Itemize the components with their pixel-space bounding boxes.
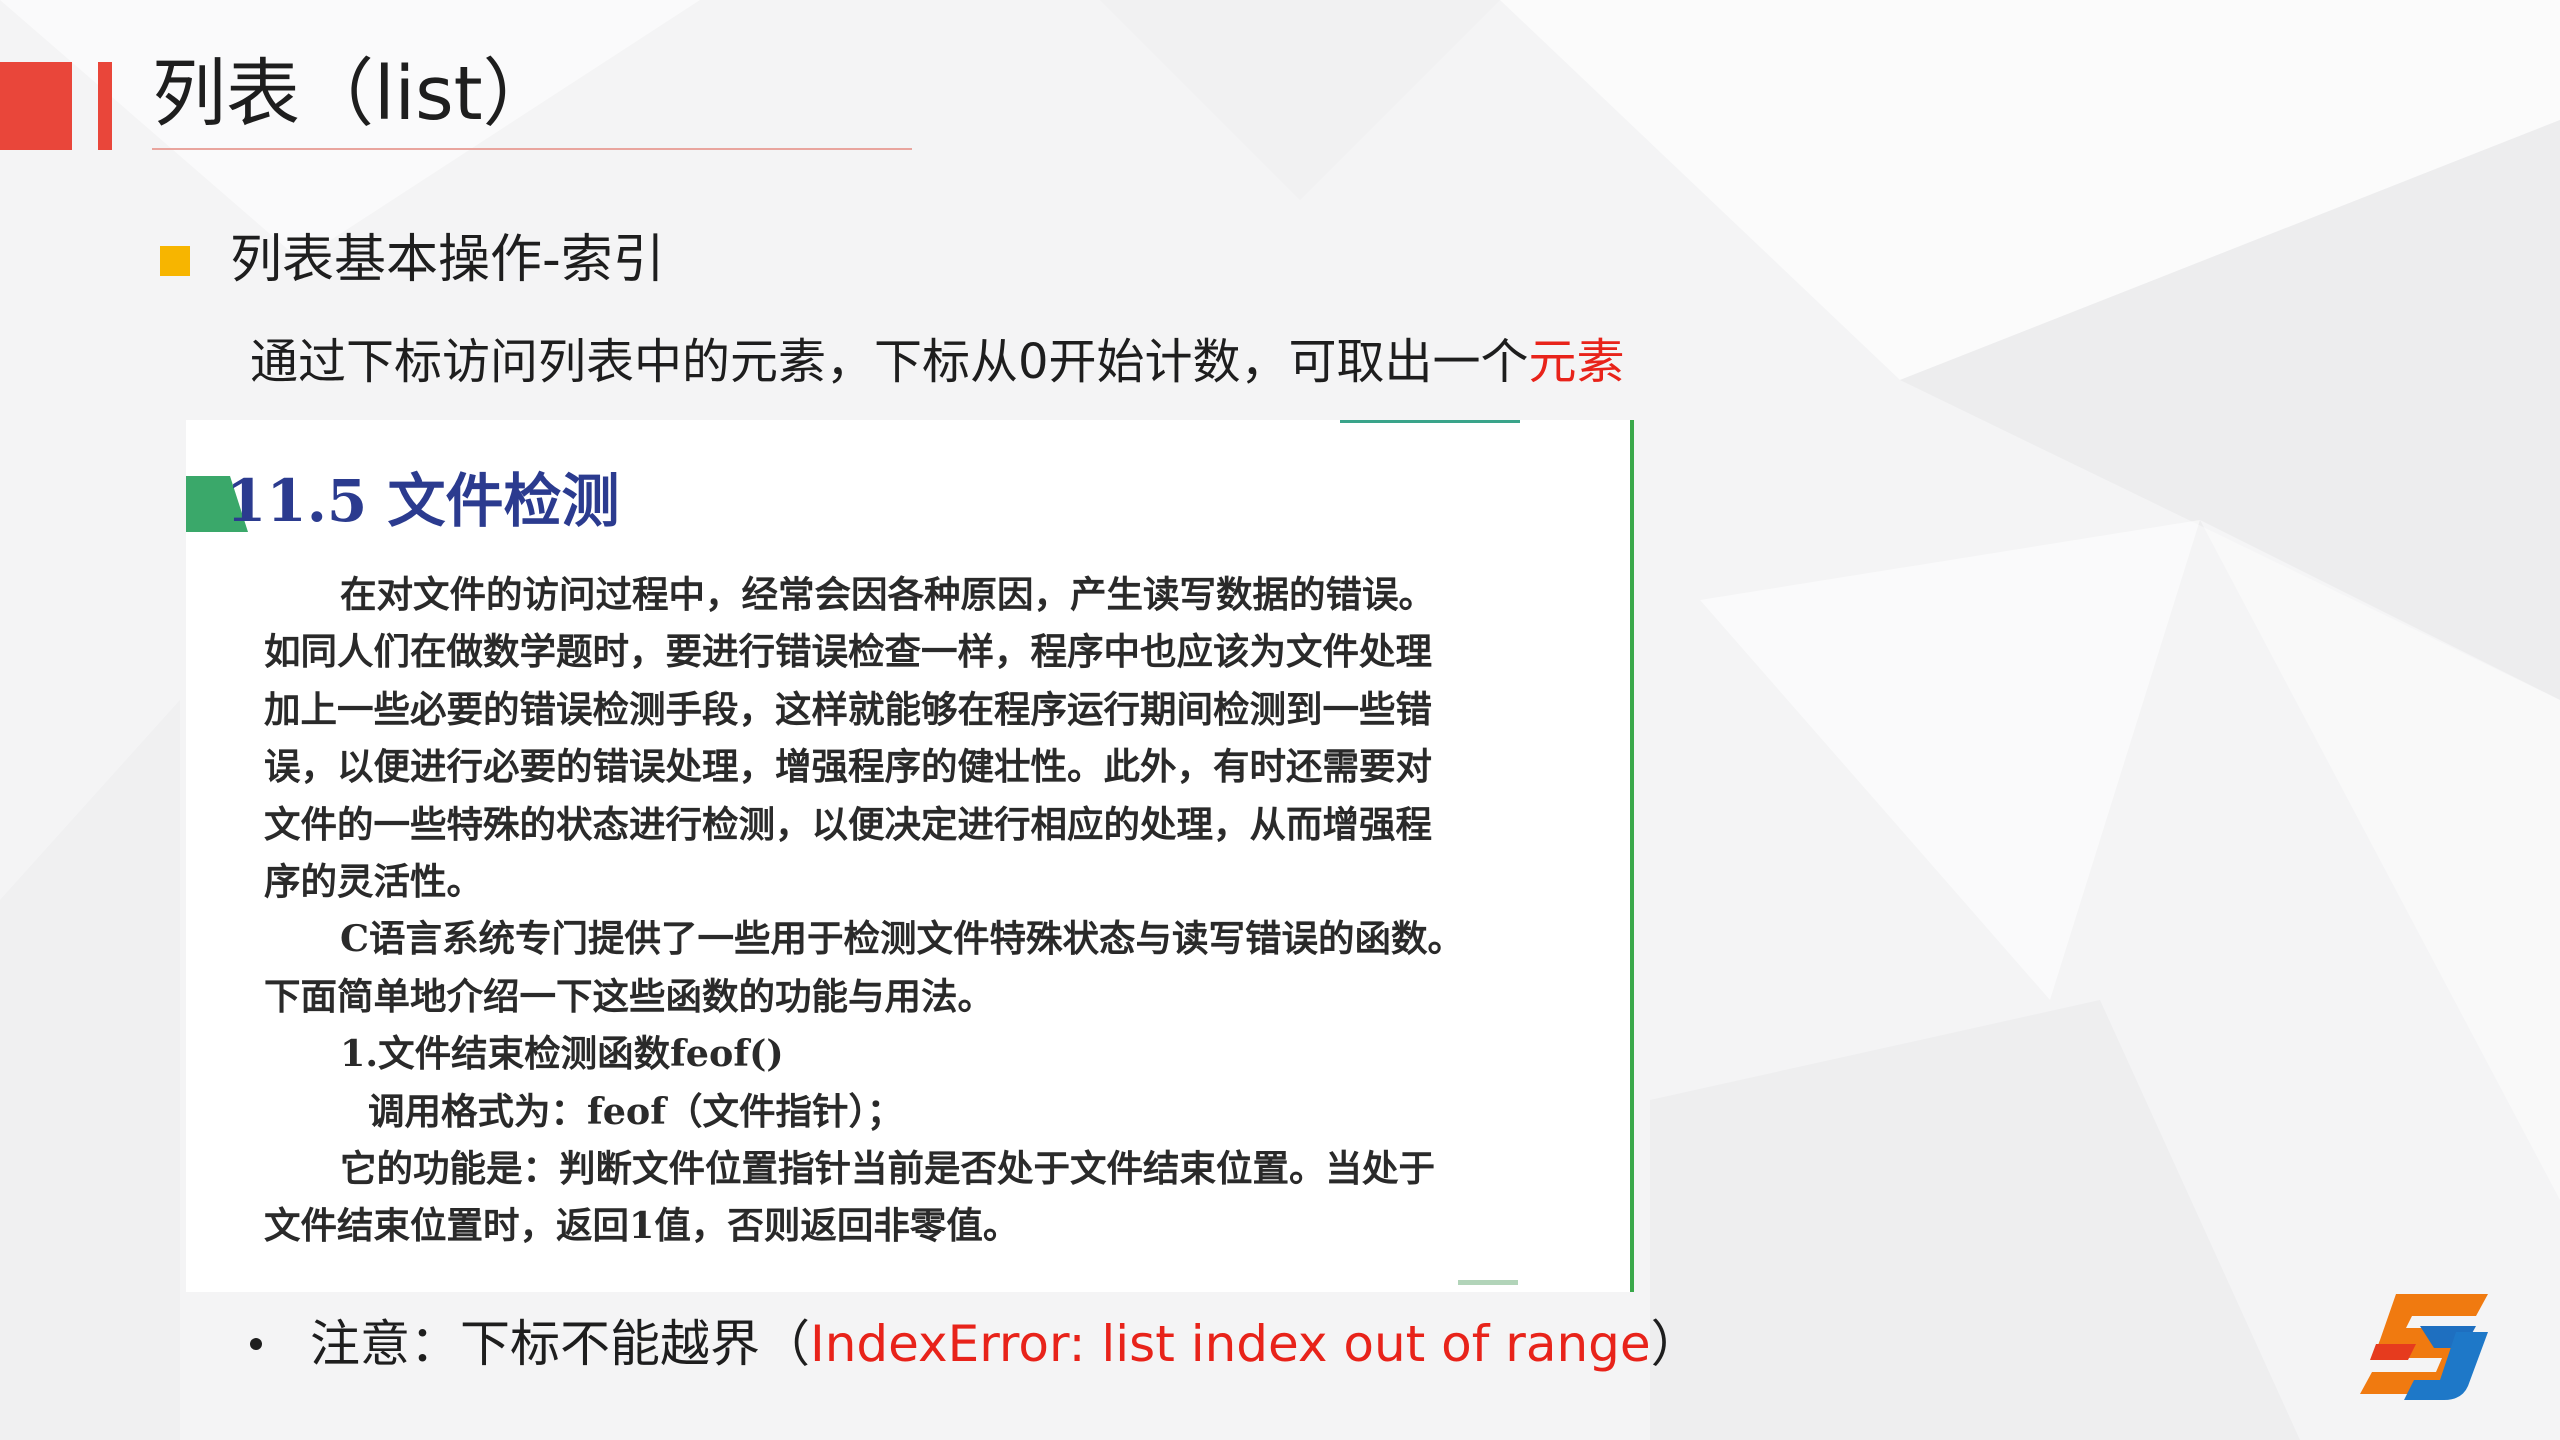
- book-stamp-mark: [1458, 1280, 1518, 1285]
- description-highlight: 元素: [1528, 334, 1625, 390]
- description-main: 通过下标访问列表中的元素，下标从0开始计数，可取出一个: [250, 334, 1529, 390]
- book-line: 如同人们在做数学题时，要进行错误检查一样，程序中也应该为文件处理: [264, 630, 1432, 674]
- book-line: 文件结束位置时，返回1值，否则返回非零值。: [264, 1204, 1020, 1248]
- book-line: 1.文件结束检测函数feof(): [340, 1032, 784, 1076]
- book-heading: 11.5 文件检测: [226, 467, 620, 535]
- title-accent-block: [0, 62, 72, 150]
- book-line: 加上一些必要的错误检测手段，这样就能够在程序运行期间检测到一些错: [264, 687, 1432, 731]
- note-prefix: 注意：下标不能越界（: [310, 1315, 810, 1373]
- note-line: 注意：下标不能越界（IndexError: list index out of …: [250, 1306, 1701, 1382]
- bullet-dot-icon: [250, 1337, 262, 1350]
- note-suffix: ）: [1650, 1315, 1701, 1373]
- book-body: 在对文件的访问过程中，经常会因各种原因，产生读写数据的错误。 如同人们在做数学题…: [264, 566, 1544, 1255]
- book-top-line: [1340, 420, 1520, 423]
- book-line: 文件的一些特殊的状态进行检测，以便决定进行相应的处理，从而增强程: [264, 802, 1432, 846]
- book-line: 序的灵活性。: [264, 859, 483, 903]
- note-error: IndexError: list index out of range: [810, 1315, 1651, 1373]
- textbook-excerpt-image: 11.5 文件检测 在对文件的访问过程中，经常会因各种原因，产生读写数据的错误。…: [186, 420, 1634, 1292]
- section-heading: 列表基本操作-索引: [230, 230, 665, 290]
- book-green-border: [1630, 420, 1634, 1292]
- title-accent-bar: [98, 62, 112, 150]
- book-line: 调用格式为：feof（文件指针）；: [368, 1089, 904, 1133]
- bullet-square-icon: [160, 246, 190, 276]
- book-line: C语言系统专门提供了一些用于检测文件特殊状态与读写错误的函数。: [340, 917, 1465, 961]
- slide-title: 列表（list）: [152, 51, 557, 137]
- title-underline: [152, 148, 912, 150]
- book-line: 它的功能是：判断文件位置指针当前是否处于文件结束位置。当处于: [340, 1146, 1435, 1190]
- book-line: 下面简单地介绍一下这些函数的功能与用法。: [264, 974, 994, 1018]
- s-logo-icon: [2360, 1294, 2488, 1400]
- description-text: 通过下标访问列表中的元素，下标从0开始计数，可取出一个元素: [250, 326, 1625, 398]
- book-line: 误，以便进行必要的错误处理，增强程序的健壮性。此外，有时还需要对: [264, 745, 1432, 789]
- book-line: 在对文件的访问过程中，经常会因各种原因，产生读写数据的错误。: [340, 573, 1435, 616]
